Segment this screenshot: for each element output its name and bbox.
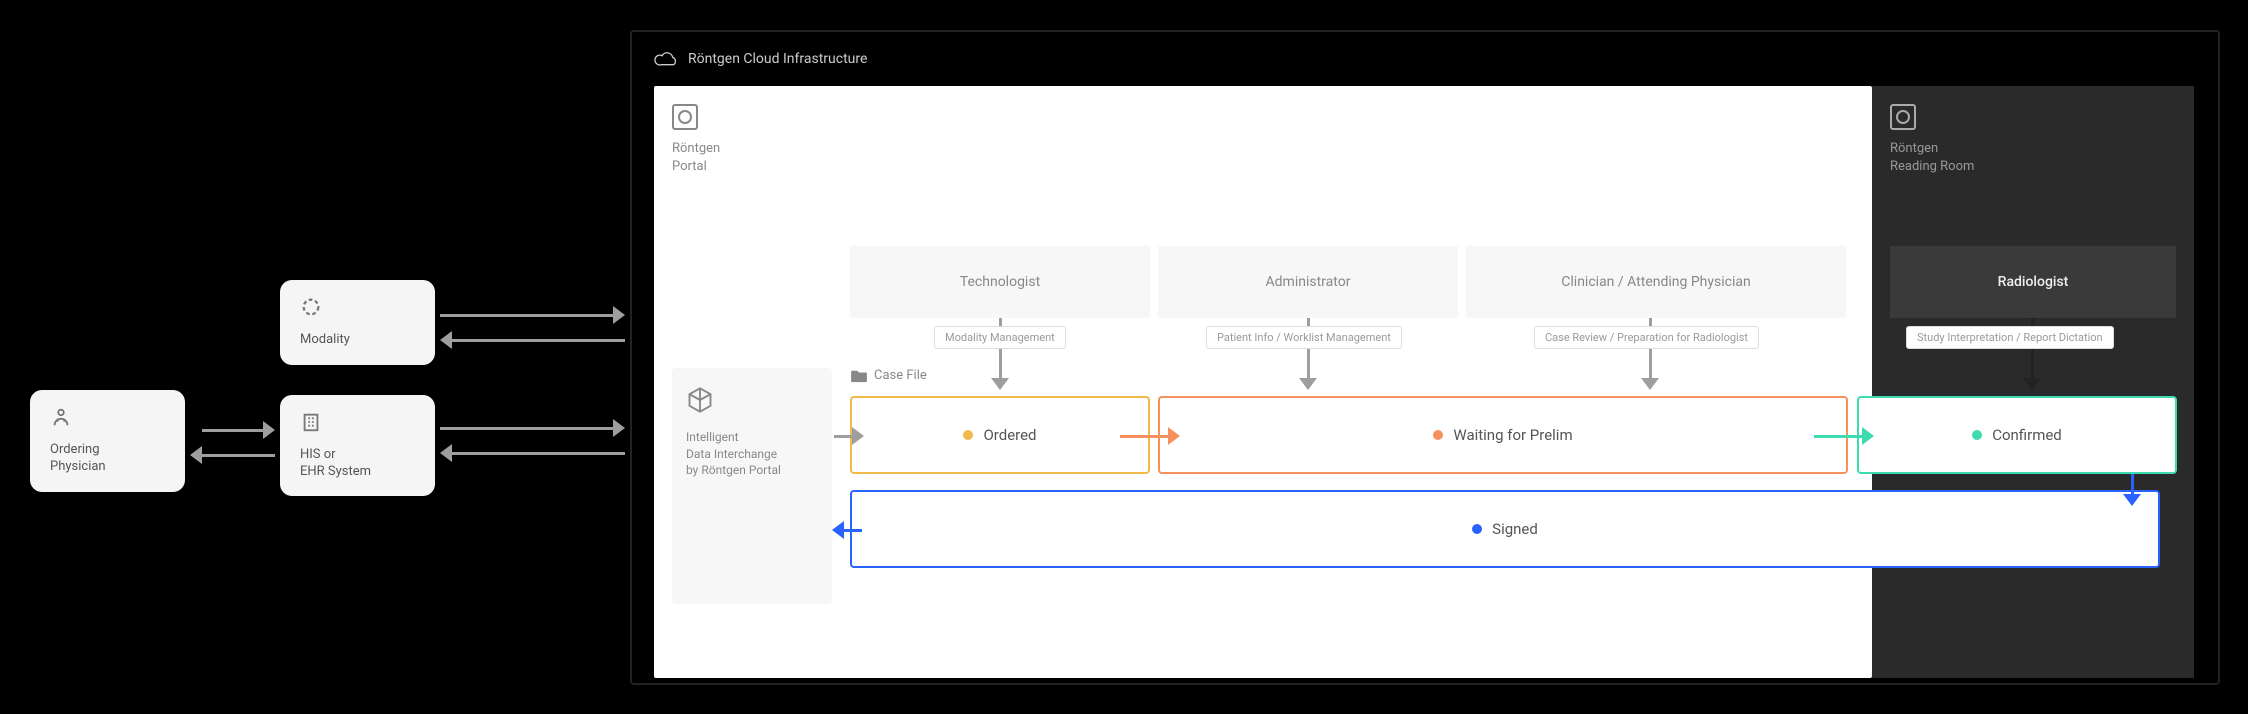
his-ehr-label: HIS or EHR System (300, 447, 415, 481)
case-file-label: Case File (850, 368, 927, 383)
role-radiologist: Radiologist (1890, 246, 2176, 318)
folder-icon (850, 369, 868, 383)
arrow-bidir (440, 305, 625, 325)
ordering-physician-label: Ordering Physician (50, 442, 165, 476)
arrow-signed-to-idi (832, 520, 862, 540)
status-dot (963, 430, 973, 440)
role-technologist: Technologist (850, 246, 1150, 318)
arrow-bidir (190, 420, 275, 440)
arrow-idi-to-ordered (834, 426, 864, 446)
status-dot (1433, 430, 1443, 440)
arrow-confirmed-to-signed (2122, 474, 2142, 506)
arrow-ordered-to-waiting (1120, 426, 1180, 446)
arrow-bidir (440, 443, 625, 463)
cloud-infrastructure-frame: Röntgen Cloud Infrastructure Röntgen Por… (630, 30, 2220, 685)
stage-confirmed: Confirmed (1857, 396, 2177, 474)
physician-icon (50, 406, 72, 428)
idi-box: Intelligent Data Interchange by Röntgen … (672, 368, 832, 604)
portal-logo-icon (672, 104, 698, 130)
status-dot (1472, 524, 1482, 534)
ordering-physician-box: Ordering Physician (30, 390, 185, 492)
task-study-interp: Study Interpretation / Report Dictation (1906, 326, 2114, 349)
stage-signed: Signed (850, 490, 2160, 568)
stage-ordered: Ordered (850, 396, 1150, 474)
cloud-icon (654, 50, 680, 68)
portal-name: Portal (672, 158, 1854, 176)
task-patient-worklist: Patient Info / Worklist Management (1206, 326, 1402, 349)
idi-label: Intelligent Data Interchange by Röntgen … (686, 429, 818, 479)
role-clinician: Clinician / Attending Physician (1466, 246, 1846, 318)
portal-panel: Röntgen Portal Technologist Administrato… (654, 86, 1872, 678)
arrow-bidir (440, 330, 625, 350)
reading-room-name: Reading Room (1890, 158, 2176, 176)
cube-icon (686, 386, 714, 414)
his-ehr-box: HIS or EHR System (280, 395, 435, 497)
status-dot (1972, 430, 1982, 440)
modality-label: Modality (300, 332, 415, 349)
reading-room-brand: Röntgen (1890, 140, 2176, 158)
reading-room-logo-icon (1890, 104, 1916, 130)
task-case-review: Case Review / Preparation for Radiologis… (1534, 326, 1759, 349)
modality-box: Modality (280, 280, 435, 365)
task-modality-mgmt: Modality Management (934, 326, 1066, 349)
building-icon (300, 411, 322, 433)
cloud-title: Röntgen Cloud Infrastructure (654, 50, 2196, 68)
arrow-bidir (440, 418, 625, 438)
role-administrator: Administrator (1158, 246, 1458, 318)
stage-waiting: Waiting for Prelim (1158, 396, 1848, 474)
portal-brand: Röntgen (672, 140, 1854, 158)
reading-room-panel: Röntgen Reading Room Radiologist Study I… (1872, 86, 2194, 678)
arrow-bidir (190, 445, 275, 465)
modality-icon (300, 296, 322, 318)
arrow-waiting-to-confirmed (1814, 426, 1874, 446)
